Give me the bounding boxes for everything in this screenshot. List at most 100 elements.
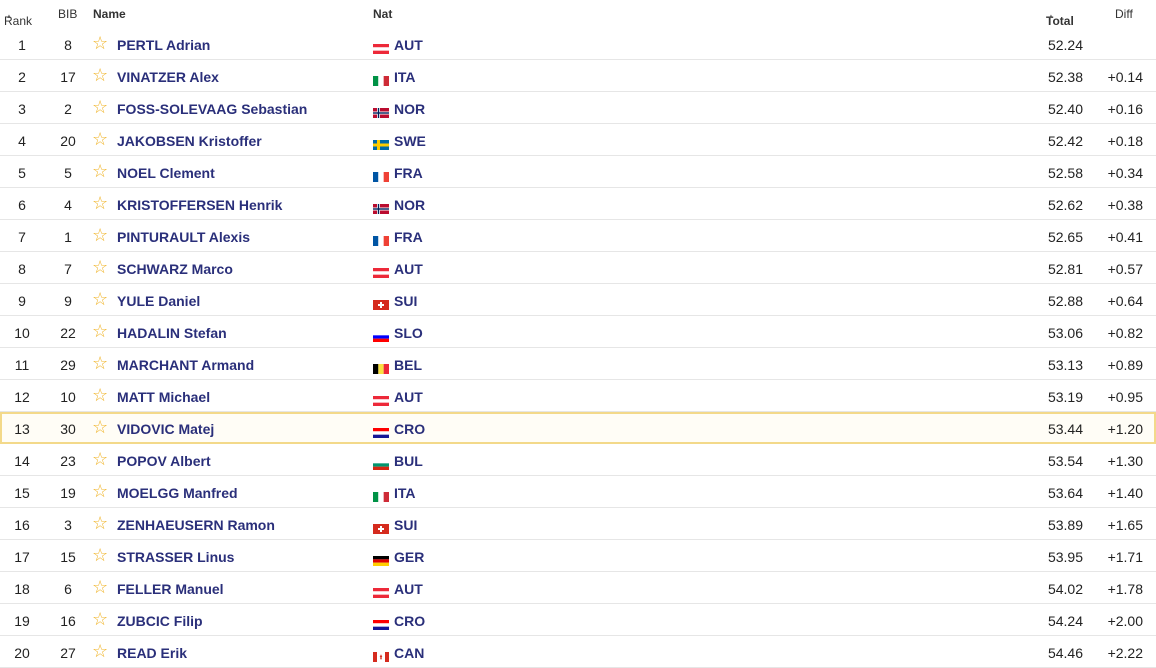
- athlete-name-link[interactable]: FOSS-SOLEVAAG Sebastian: [117, 101, 307, 117]
- athlete-name-link[interactable]: POPOV Albert: [117, 453, 211, 469]
- sort-asc-icon: ▲: [6, 14, 12, 20]
- athlete-name-link[interactable]: ZENHAEUSERN Ramon: [117, 517, 275, 533]
- favorite-star-icon[interactable]: ☆: [92, 610, 108, 628]
- nat-column-header[interactable]: Nat: [373, 7, 392, 21]
- athlete-name-link[interactable]: SCHWARZ Marco: [117, 261, 233, 277]
- name-column-header[interactable]: Name: [93, 7, 126, 21]
- bib-cell: 29: [60, 357, 76, 373]
- athlete-name-link[interactable]: STRASSER Linus: [117, 549, 234, 565]
- rank-cell: 9: [18, 293, 26, 309]
- table-row[interactable]: 17 15 ☆ STRASSER Linus GER 53.95 +1.71: [0, 540, 1156, 572]
- table-row[interactable]: 11 29 ☆ MARCHANT Armand BEL 53.13 +0.89: [0, 348, 1156, 380]
- diff-cell: +0.82: [1107, 325, 1143, 341]
- favorite-star-icon[interactable]: ☆: [92, 226, 108, 244]
- favorite-star-icon[interactable]: ☆: [92, 162, 108, 180]
- favorite-star-icon[interactable]: ☆: [92, 418, 108, 436]
- total-time-cell: 53.13: [1047, 357, 1083, 373]
- table-row[interactable]: 6 4 ☆ KRISTOFFERSEN Henrik NOR 52.62 +0.38: [0, 188, 1156, 220]
- aut-flag-icon: [373, 393, 389, 406]
- favorite-star-icon[interactable]: ☆: [92, 322, 108, 340]
- table-row[interactable]: 20 27 ☆ READ Erik CAN 54.46 +2.22: [0, 636, 1156, 668]
- bib-cell: 10: [60, 389, 76, 405]
- rank-cell: 8: [18, 261, 26, 277]
- diff-cell: +0.57: [1107, 261, 1143, 277]
- favorite-star-icon[interactable]: ☆: [92, 34, 108, 52]
- total-time-cell: 52.81: [1047, 261, 1083, 277]
- athlete-name-link[interactable]: HADALIN Stefan: [117, 325, 227, 341]
- table-row[interactable]: 4 20 ☆ JAKOBSEN Kristoffer SWE 52.42 +0.18: [0, 124, 1156, 156]
- fra-flag-icon: [373, 169, 389, 182]
- diff-cell: +2.00: [1107, 613, 1143, 629]
- table-row[interactable]: 5 5 ☆ NOEL Clement FRA 52.58 +0.34: [0, 156, 1156, 188]
- bib-column-header[interactable]: BIB: [58, 7, 77, 21]
- favorite-star-icon[interactable]: ☆: [92, 386, 108, 404]
- table-row[interactable]: 12 10 ☆ MATT Michael AUT 53.19 +0.95: [0, 380, 1156, 412]
- nation-code: ITA: [394, 485, 416, 501]
- nation-code: CAN: [394, 645, 425, 661]
- table-row[interactable]: 2 17 ☆ VINATZER Alex ITA 52.38 +0.14: [0, 60, 1156, 92]
- favorite-star-icon[interactable]: ☆: [92, 130, 108, 148]
- athlete-name-link[interactable]: ZUBCIC Filip: [117, 613, 203, 629]
- athlete-name-link[interactable]: PERTL Adrian: [117, 37, 210, 53]
- favorite-star-icon[interactable]: ☆: [92, 354, 108, 372]
- athlete-name-link[interactable]: MATT Michael: [117, 389, 210, 405]
- favorite-star-icon[interactable]: ☆: [92, 482, 108, 500]
- table-row[interactable]: 3 2 ☆ FOSS-SOLEVAAG Sebastian NOR 52.40 +0.16: [0, 92, 1156, 124]
- nation-code: ITA: [394, 69, 416, 85]
- rank-cell: 1: [18, 37, 26, 53]
- athlete-name-link[interactable]: JAKOBSEN Kristoffer: [117, 133, 262, 149]
- total-time-cell: 52.58: [1047, 165, 1083, 181]
- diff-cell: +1.30: [1107, 453, 1143, 469]
- diff-cell: +0.16: [1107, 101, 1143, 117]
- athlete-name-link[interactable]: READ Erik: [117, 645, 187, 661]
- favorite-star-icon[interactable]: ☆: [92, 66, 108, 84]
- bib-cell: 8: [64, 37, 72, 53]
- table-row[interactable]: 14 23 ☆ POPOV Albert BUL 53.54 +1.30: [0, 444, 1156, 476]
- can-flag-icon: [373, 649, 389, 662]
- bib-cell: 23: [60, 453, 76, 469]
- favorite-star-icon[interactable]: ☆: [92, 546, 108, 564]
- favorite-star-icon[interactable]: ☆: [92, 98, 108, 116]
- table-row[interactable]: 16 3 ☆ ZENHAEUSERN Ramon SUI 53.89 +1.65: [0, 508, 1156, 540]
- favorite-star-icon[interactable]: ☆: [92, 578, 108, 596]
- bib-cell: 3: [64, 517, 72, 533]
- diff-cell: +1.65: [1107, 517, 1143, 533]
- favorite-star-icon[interactable]: ☆: [92, 642, 108, 660]
- favorite-star-icon[interactable]: ☆: [92, 290, 108, 308]
- nor-flag-icon: [373, 201, 389, 214]
- diff-cell: +0.64: [1107, 293, 1143, 309]
- favorite-star-icon[interactable]: ☆: [92, 450, 108, 468]
- athlete-name-link[interactable]: YULE Daniel: [117, 293, 200, 309]
- favorite-star-icon[interactable]: ☆: [92, 194, 108, 212]
- nation-code: CRO: [394, 613, 426, 629]
- rank-cell: 19: [14, 613, 30, 629]
- table-row[interactable]: 13 30 ☆ VIDOVIC Matej CRO 53.44 +1.20: [0, 412, 1156, 444]
- table-row[interactable]: 8 7 ☆ SCHWARZ Marco AUT 52.81 +0.57: [0, 252, 1156, 284]
- athlete-name-link[interactable]: VIDOVIC Matej: [117, 421, 214, 437]
- table-row[interactable]: 19 16 ☆ ZUBCIC Filip CRO 54.24 +2.00: [0, 604, 1156, 636]
- table-row[interactable]: 18 6 ☆ FELLER Manuel AUT 54.02 +1.78: [0, 572, 1156, 604]
- nation-code: AUT: [394, 581, 423, 597]
- diff-cell: +1.78: [1107, 581, 1143, 597]
- table-row[interactable]: 10 22 ☆ HADALIN Stefan SLO 53.06 +0.82: [0, 316, 1156, 348]
- athlete-name-link[interactable]: FELLER Manuel: [117, 581, 224, 597]
- diff-cell: +0.41: [1107, 229, 1143, 245]
- table-row[interactable]: 9 9 ☆ YULE Daniel SUI 52.88 +0.64: [0, 284, 1156, 316]
- athlete-name-link[interactable]: MARCHANT Armand: [117, 357, 254, 373]
- total-time-cell: 54.02: [1047, 581, 1083, 597]
- favorite-star-icon[interactable]: ☆: [92, 514, 108, 532]
- nation-code: CRO: [394, 421, 426, 437]
- athlete-name-link[interactable]: PINTURAULT Alexis: [117, 229, 250, 245]
- athlete-name-link[interactable]: KRISTOFFERSEN Henrik: [117, 197, 282, 213]
- athlete-name-link[interactable]: MOELGG Manfred: [117, 485, 238, 501]
- rank-cell: 13: [14, 421, 30, 437]
- table-row[interactable]: 7 1 ☆ PINTURAULT Alexis FRA 52.65 +0.41: [0, 220, 1156, 252]
- athlete-name-link[interactable]: VINATZER Alex: [117, 69, 219, 85]
- diff-column-header[interactable]: Diff: [1115, 7, 1133, 21]
- table-row[interactable]: 15 19 ☆ MOELGG Manfred ITA 53.64 +1.40: [0, 476, 1156, 508]
- athlete-name-link[interactable]: NOEL Clement: [117, 165, 215, 181]
- table-row[interactable]: 1 8 ☆ PERTL Adrian AUT 52.24: [0, 28, 1156, 60]
- bib-cell: 27: [60, 645, 76, 661]
- favorite-star-icon[interactable]: ☆: [92, 258, 108, 276]
- rank-cell: 3: [18, 101, 26, 117]
